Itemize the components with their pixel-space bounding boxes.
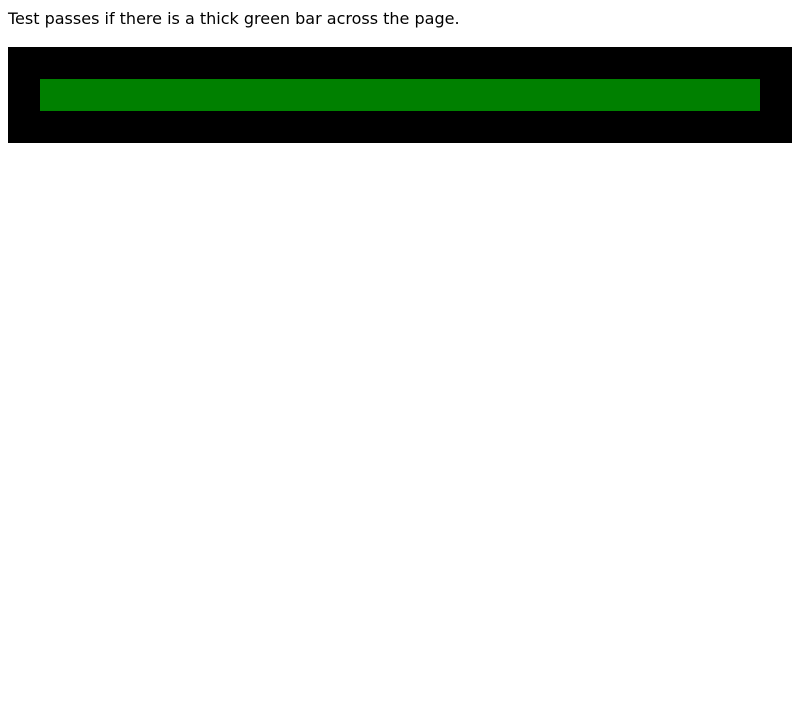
black-frame — [8, 47, 792, 143]
green-bar — [40, 79, 760, 111]
test-instruction: Test passes if there is a thick green ba… — [8, 9, 460, 28]
